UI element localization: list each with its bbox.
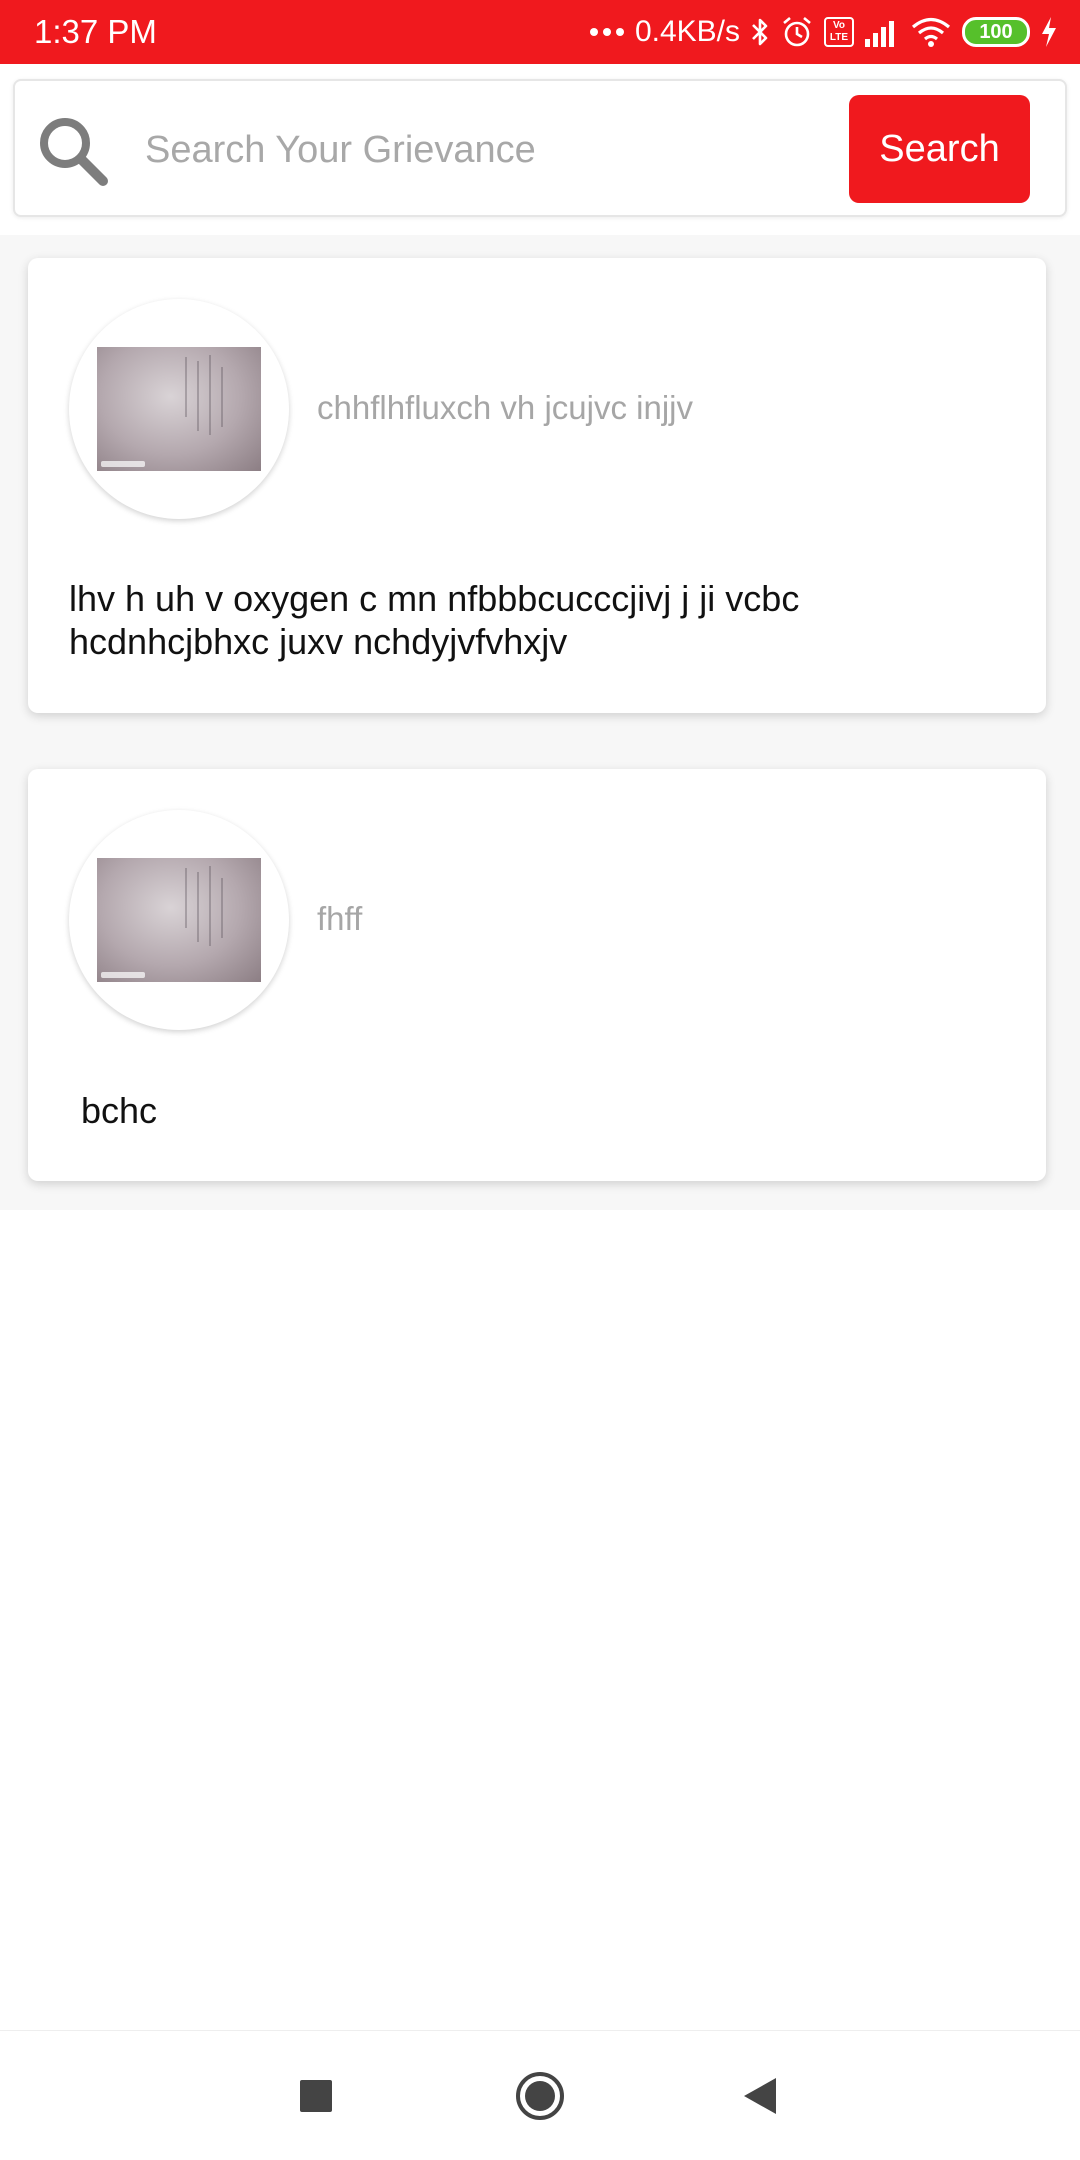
search-icon[interactable] bbox=[33, 111, 123, 191]
alarm-icon bbox=[783, 17, 811, 47]
more-notifications-icon bbox=[589, 28, 624, 36]
battery-level: 100 bbox=[979, 20, 1013, 43]
search-input[interactable] bbox=[145, 103, 845, 197]
grievance-list: chhflhfluxch vh jcujvc injjv lhv h uh v … bbox=[0, 235, 1080, 1210]
triangle-icon bbox=[744, 2078, 776, 2114]
status-time: 1:37 PM bbox=[34, 13, 157, 50]
square-icon bbox=[300, 2080, 332, 2112]
document-photo bbox=[97, 858, 261, 982]
status-icons: 0.4KB/s Vo LTE 100 bbox=[589, 15, 1058, 49]
grievance-title: chhflhfluxch vh jcujvc injjv bbox=[317, 389, 693, 426]
grievance-card[interactable]: chhflhfluxch vh jcujvc injjv lhv h uh v … bbox=[28, 258, 1046, 713]
charging-icon bbox=[1042, 17, 1056, 47]
bluetooth-icon bbox=[752, 18, 768, 46]
grievance-thumbnail bbox=[69, 810, 289, 1030]
battery-icon: 100 bbox=[962, 17, 1030, 47]
grievance-description: lhv h uh v oxygen c mn nfbbbcucccjivj j … bbox=[69, 578, 800, 662]
navigation-bar bbox=[0, 2030, 1080, 2160]
network-speed: 0.4KB/s bbox=[634, 15, 740, 48]
volte-icon: Vo LTE bbox=[824, 17, 854, 47]
status-bar: 1:37 PM 0.4KB/s Vo LTE 100 bbox=[0, 0, 1080, 64]
cell-signal-icon bbox=[865, 21, 894, 47]
search-button[interactable]: Search bbox=[849, 95, 1030, 203]
grievance-description: bchc bbox=[81, 1090, 158, 1131]
grievance-title: fhff bbox=[317, 900, 363, 937]
grievance-card[interactable]: fhff bchc bbox=[28, 769, 1046, 1181]
wifi-icon bbox=[911, 17, 951, 47]
grievance-thumbnail bbox=[69, 299, 289, 519]
search-bar: Search bbox=[13, 79, 1067, 217]
back-button[interactable] bbox=[730, 2066, 790, 2126]
home-button[interactable] bbox=[510, 2066, 570, 2126]
recents-button[interactable] bbox=[286, 2066, 346, 2126]
document-photo bbox=[97, 347, 261, 471]
circle-icon bbox=[516, 2072, 564, 2120]
